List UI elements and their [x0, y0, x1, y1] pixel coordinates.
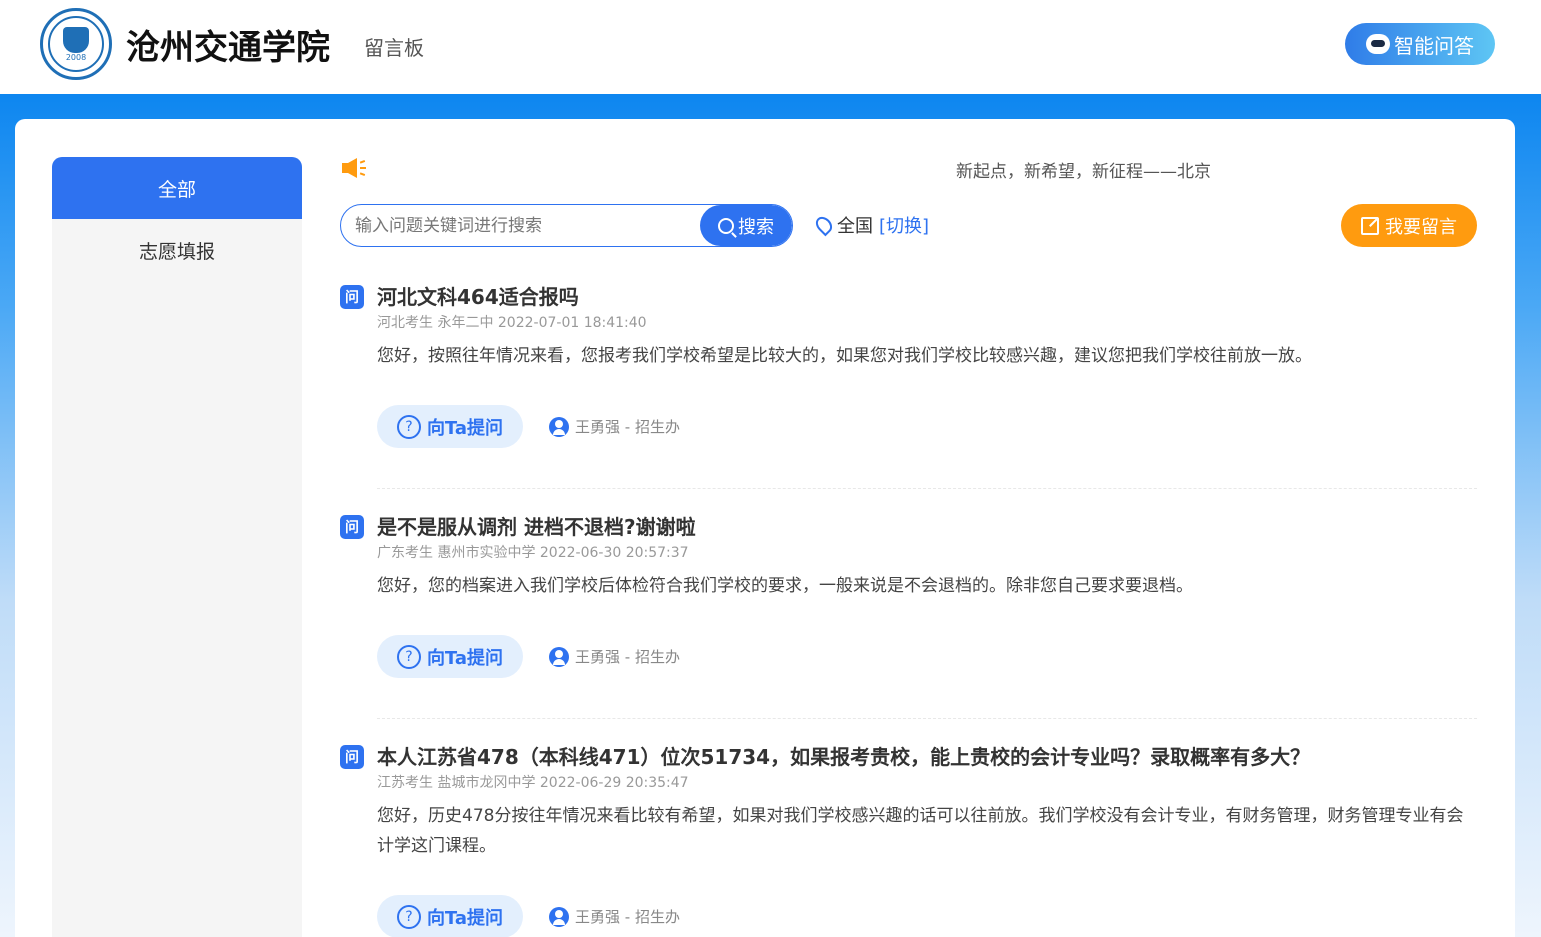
question-title[interactable]: 本人江苏省478（本科线471）位次51734，如果报考贵校，能上贵校的会计专业…: [377, 741, 1310, 770]
user-icon: [549, 646, 569, 667]
search-button[interactable]: 搜索: [700, 205, 792, 246]
question-item: 问 河北文科464适合报吗 河北考生 永年二中 2022-07-01 18:41…: [340, 285, 1477, 455]
answer-text: 您好，按照往年情况来看，您报考我们学校希望是比较大的，如果您对我们学校比较感兴趣…: [377, 346, 1312, 366]
help-circle-icon: ?: [396, 414, 421, 439]
search-input[interactable]: [341, 205, 700, 246]
search-button-label: 搜索: [738, 216, 774, 238]
post-message-label: 我要留言: [1385, 216, 1457, 238]
ask-ta-label: 向Ta提问: [426, 907, 504, 929]
smart-qa-button[interactable]: 智能问答: [1345, 23, 1495, 65]
responder-name: 王勇强 - 招生办: [575, 648, 680, 666]
search-icon: [718, 217, 734, 234]
school-logo[interactable]: 2008: [40, 8, 112, 80]
robot-icon: [1366, 34, 1390, 54]
question-title[interactable]: 是不是服从调剂 进档不退档?谢谢啦: [377, 511, 696, 540]
category-sidebar: 全部 志愿填报: [52, 157, 302, 937]
divider: [377, 718, 1477, 719]
logo-year: 2008: [65, 52, 87, 62]
school-name[interactable]: 沧州交通学院: [126, 20, 330, 69]
post-message-button[interactable]: 我要留言: [1341, 204, 1477, 247]
ask-ta-label: 向Ta提问: [426, 417, 504, 439]
logo-emblem-icon: [63, 26, 89, 53]
responder: 王勇强 - 招生办: [549, 646, 680, 667]
search-bar: 搜索: [340, 204, 793, 247]
responder-name: 王勇强 - 招生办: [575, 908, 680, 926]
ask-ta-button[interactable]: ? 向Ta提问: [377, 895, 523, 937]
user-icon: [549, 416, 569, 437]
sidebar-item-all[interactable]: 全部: [52, 157, 302, 219]
responder: 王勇强 - 招生办: [549, 906, 680, 927]
help-circle-icon: ?: [396, 904, 421, 929]
question-icon: 问: [340, 515, 364, 539]
ask-ta-button[interactable]: ? 向Ta提问: [377, 405, 523, 448]
question-icon: 问: [340, 285, 364, 309]
edit-icon: [1361, 216, 1379, 235]
question-title[interactable]: 河北文科464适合报吗: [377, 281, 579, 310]
megaphone-icon: [342, 158, 366, 178]
question-item: 问 是不是服从调剂 进档不退档?谢谢啦 广东考生 惠州市实验中学 2022-06…: [340, 515, 1477, 685]
question-meta: 河北考生 永年二中 2022-07-01 18:41:40: [377, 315, 647, 331]
top-header: 2008 沧州交通学院 留言板 智能问答: [0, 0, 1541, 94]
responder-name: 王勇强 - 招生办: [575, 418, 680, 436]
help-circle-icon: ?: [396, 644, 421, 669]
divider: [377, 488, 1477, 489]
location-region: 全国: [837, 216, 873, 237]
answer-text: 您好，您的档案进入我们学校后体检符合我们学校的要求，一般来说是不会退档的。除非您…: [377, 576, 1193, 596]
sidebar-item-application[interactable]: 志愿填报: [52, 219, 302, 281]
responder: 王勇强 - 招生办: [549, 416, 680, 437]
smart-qa-label: 智能问答: [1394, 33, 1474, 58]
logo-seal: 2008: [48, 16, 104, 72]
ask-ta-label: 向Ta提问: [426, 647, 504, 669]
question-item: 问 本人江苏省478（本科线471）位次51734，如果报考贵校，能上贵校的会计…: [340, 745, 1477, 937]
question-meta: 江苏考生 盐城市龙冈中学 2022-06-29 20:35:47: [377, 775, 689, 791]
user-icon: [549, 906, 569, 927]
location-selector: 全国 [切换]: [812, 212, 929, 238]
page-title: 留言板: [364, 36, 424, 60]
question-meta: 广东考生 惠州市实验中学 2022-06-30 20:57:37: [377, 545, 689, 561]
answer-text: 您好，历史478分按往年情况来看比较有希望，如果对我们学校感兴趣的话可以往前放。…: [377, 806, 1464, 856]
switch-location-link[interactable]: [切换]: [879, 212, 929, 238]
location-pin-icon: [812, 213, 836, 237]
notice-marquee: 新起点，新希望，新征程——北京: [956, 162, 1211, 182]
question-icon: 问: [340, 745, 364, 769]
ask-ta-button[interactable]: ? 向Ta提问: [377, 635, 523, 678]
